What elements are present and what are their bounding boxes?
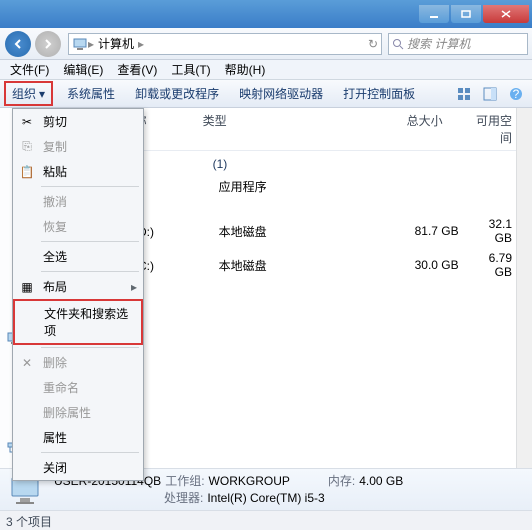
command-bar: 组织 ▾ 系统属性 卸载或更改程序 映射网络驱动器 打开控制面板 ?: [0, 80, 532, 108]
menu-edit[interactable]: 编辑(E): [57, 59, 109, 80]
paste-icon: 📋: [19, 165, 35, 179]
column-type[interactable]: 类型: [203, 112, 353, 146]
preview-pane-button[interactable]: [478, 83, 502, 105]
menu-folder-options[interactable]: 文件夹和搜索选项: [13, 299, 143, 345]
system-properties-button[interactable]: 系统属性: [61, 82, 121, 105]
breadcrumb-computer[interactable]: 计算机: [94, 35, 138, 52]
menu-separator: [41, 347, 139, 348]
chevron-right-icon: ▸: [131, 280, 137, 294]
computer-icon: [72, 36, 88, 52]
copy-icon: ⎘: [19, 139, 35, 154]
search-input[interactable]: 搜索 计算机: [388, 33, 528, 55]
help-button[interactable]: ?: [504, 83, 528, 105]
maximize-button[interactable]: [451, 5, 481, 23]
menu-separator: [41, 271, 139, 272]
refresh-icon[interactable]: ↻: [368, 37, 378, 51]
menu-separator: [41, 452, 139, 453]
nav-bar: ▸ 计算机 ▸ ↻ 搜索 计算机: [0, 28, 532, 60]
cut-icon: ✂: [19, 115, 35, 129]
list-item[interactable]: .exe 应用程序: [89, 175, 532, 198]
menu-copy[interactable]: ⎘复制: [13, 134, 143, 159]
title-bar: [0, 0, 532, 28]
map-drive-button[interactable]: 映射网络驱动器: [233, 82, 329, 105]
menu-view[interactable]: 查看(V): [111, 59, 163, 80]
workgroup-label: 工作组:: [165, 473, 204, 489]
delete-icon: ✕: [19, 356, 35, 370]
file-list: 名称 类型 总大小 可用空间 (1) .exe 应用程序 盘 (D:) 本地磁盘…: [83, 108, 532, 468]
menu-rename[interactable]: 重命名: [13, 375, 143, 400]
menu-redo[interactable]: 恢复: [13, 214, 143, 239]
cpu-label: 处理器:: [164, 490, 203, 506]
layout-icon: ▦: [19, 280, 35, 294]
svg-text:?: ?: [513, 87, 520, 101]
control-panel-button[interactable]: 打开控制面板: [337, 82, 421, 105]
view-mode-button[interactable]: [452, 83, 476, 105]
menu-tools[interactable]: 工具(T): [165, 59, 216, 80]
item-type: 应用程序: [219, 178, 369, 195]
menu-paste[interactable]: 📋粘贴: [13, 159, 143, 184]
address-bar[interactable]: ▸ 计算机 ▸ ↻: [68, 33, 382, 55]
menu-cut[interactable]: ✂剪切: [13, 109, 143, 134]
memory-label: 内存:: [328, 473, 355, 489]
item-type: 本地磁盘: [219, 257, 369, 274]
chevron-down-icon: ▾: [39, 87, 45, 101]
column-total-size[interactable]: 总大小: [353, 112, 473, 146]
status-bar: 3 个项目: [0, 510, 532, 530]
status-text: 3 个项目: [6, 515, 52, 529]
memory-value: 4.00 GB: [359, 473, 403, 489]
organize-label: 组织: [12, 85, 36, 102]
menu-select-all[interactable]: 全选: [13, 244, 143, 269]
menu-close[interactable]: 关闭: [13, 455, 143, 480]
back-button[interactable]: [5, 31, 31, 57]
menu-layout[interactable]: ▦布局▸: [13, 274, 143, 299]
menu-help[interactable]: 帮助(H): [219, 59, 272, 80]
search-placeholder: 搜索 计算机: [407, 35, 470, 52]
minimize-button[interactable]: [419, 5, 449, 23]
uninstall-program-button[interactable]: 卸载或更改程序: [129, 82, 225, 105]
item-type: 本地磁盘: [219, 223, 369, 240]
menu-remove-properties[interactable]: 删除属性: [13, 400, 143, 425]
menu-separator: [41, 186, 139, 187]
forward-button[interactable]: [35, 31, 61, 57]
list-item[interactable]: 盘 (D:) 本地磁盘 81.7 GB 32.1 GB: [89, 214, 532, 248]
section-header[interactable]: (1): [89, 151, 532, 175]
menu-delete[interactable]: ✕删除: [13, 350, 143, 375]
cpu-value: Intel(R) Core(TM) i5-3: [207, 490, 324, 506]
menu-separator: [41, 241, 139, 242]
chevron-icon: ▸: [138, 37, 144, 51]
search-icon: [392, 38, 404, 50]
list-item[interactable]: 盘 (C:) 本地磁盘 30.0 GB 6.79 GB: [89, 248, 532, 282]
column-headers: 名称 类型 总大小 可用空间: [83, 108, 532, 151]
item-size: 30.0 GB: [369, 258, 489, 272]
vertical-scrollbar[interactable]: [516, 108, 532, 468]
menu-bar: 文件(F) 编辑(E) 查看(V) 工具(T) 帮助(H): [0, 60, 532, 80]
menu-properties[interactable]: 属性: [13, 425, 143, 450]
workgroup-value: WORKGROUP: [209, 473, 290, 489]
menu-undo[interactable]: 撤消: [13, 189, 143, 214]
organize-button[interactable]: 组织 ▾: [4, 81, 53, 106]
close-button[interactable]: [483, 5, 529, 23]
item-size: 81.7 GB: [369, 224, 489, 238]
organize-menu: ✂剪切 ⎘复制 📋粘贴 撤消 恢复 全选 ▦布局▸ 文件夹和搜索选项 ✕删除 重…: [12, 108, 144, 481]
menu-file[interactable]: 文件(F): [4, 59, 55, 80]
